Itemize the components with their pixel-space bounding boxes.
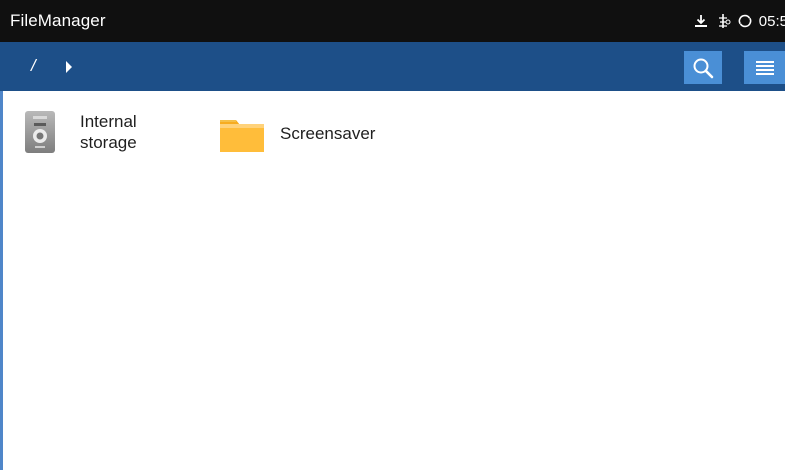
screensaver-folder-item[interactable]: Screensaver (218, 112, 375, 154)
sync-icon (738, 14, 752, 28)
status-bar: FileManager 05:5 (0, 0, 785, 42)
search-icon (693, 58, 714, 78)
internal-storage-label: Internal storage (80, 112, 137, 152)
download-icon (694, 15, 707, 27)
screensaver-label: Screensaver (280, 123, 376, 143)
search-button[interactable] (684, 51, 722, 84)
toolbar: / (0, 42, 785, 91)
file-list: Internal storage Screensaver (0, 91, 785, 470)
chevron-right-icon[interactable] (66, 61, 72, 73)
storage-icon (25, 111, 55, 153)
internal-storage-item[interactable]: Internal storage (22, 109, 170, 155)
breadcrumb-root[interactable]: / (31, 56, 36, 76)
menu-button[interactable] (744, 51, 785, 84)
file-manager-screen: FileManager 05:5 / Internal storage Scre… (0, 0, 785, 470)
menu-icon (755, 60, 774, 75)
folder-icon (220, 120, 264, 152)
network-icon (718, 14, 731, 28)
status-icons: 05:5 (693, 9, 785, 33)
status-clock: 05:5 (758, 12, 785, 30)
app-title: FileManager (10, 11, 106, 30)
